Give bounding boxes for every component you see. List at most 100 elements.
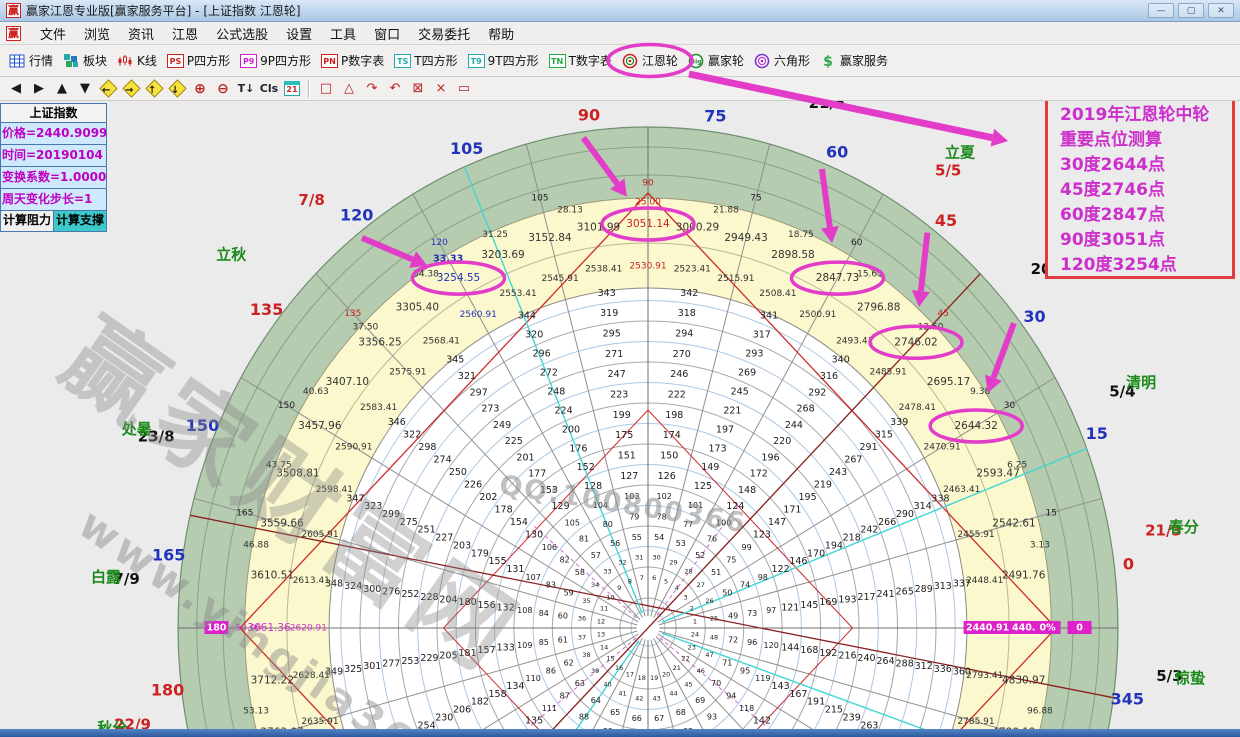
tool-rotate-ccw[interactable]: ↶: [385, 80, 405, 98]
wheel-label: 319: [600, 308, 618, 319]
tool-pan-right[interactable]: →: [121, 80, 141, 98]
wheel-label: 88: [579, 712, 589, 721]
tool-draw-triangle[interactable]: △: [339, 80, 359, 98]
wheel-label: 70: [711, 679, 721, 688]
wheel-label: 3: [684, 593, 688, 601]
menu-item-1[interactable]: 浏览: [75, 22, 119, 45]
wheel-label: 247: [608, 369, 626, 380]
menu-item-4[interactable]: 公式选股: [207, 22, 277, 45]
menu-item-7[interactable]: 窗口: [365, 22, 409, 45]
tool-nav-left[interactable]: ◀: [6, 80, 26, 98]
menu-item-5[interactable]: 设置: [277, 22, 321, 45]
wheel-label: 3305.40: [396, 302, 439, 314]
wheel-label: 291: [860, 442, 878, 453]
toolbar-item-9t-square[interactable]: T99T四方形: [463, 49, 544, 72]
wheel-label: 125: [694, 481, 712, 492]
wheel-label: 2448.41: [966, 576, 1003, 586]
close-button[interactable]: ✕: [1208, 3, 1234, 18]
tool-price-mark[interactable]: T↓: [236, 80, 256, 98]
wheel-label: 296: [533, 349, 551, 360]
wheel-label: 177: [528, 469, 546, 480]
menu-item-8[interactable]: 交易委托: [409, 22, 479, 45]
tool-zoom-out[interactable]: ⊖: [213, 80, 233, 98]
wheel-label: 57: [591, 551, 601, 560]
wheel-label: 268: [797, 404, 815, 415]
menu-item-0[interactable]: 文件: [31, 22, 75, 45]
toolbar-item-kline[interactable]: K线: [112, 49, 162, 72]
maximize-button[interactable]: ▢: [1178, 3, 1204, 18]
tool-zoom-in[interactable]: ⊕: [190, 80, 210, 98]
toolbar-item-t-square[interactable]: TST四方形: [389, 49, 462, 72]
wheel-label: 66: [632, 714, 642, 723]
wheel-label: 217: [857, 592, 875, 603]
tool-pan-down[interactable]: ↓: [167, 80, 187, 98]
solar-term-label: 白露: [91, 568, 122, 586]
wheel-label: 223: [610, 390, 628, 401]
tool-screen-view[interactable]: ▭: [454, 80, 474, 98]
tool-nav-up[interactable]: ▲: [52, 80, 72, 98]
wheel-label: 21.88: [713, 206, 739, 216]
wheel-label: 2583.41: [360, 403, 397, 413]
wheel-label: 3101.99: [577, 222, 620, 234]
tool-delete-box[interactable]: ⊠: [408, 80, 428, 98]
wheel-label: 2847.73: [816, 272, 859, 284]
wheel-label: 224: [555, 405, 573, 416]
tool-rotate-cw[interactable]: ↷: [362, 80, 382, 98]
wheel-label: 55: [632, 533, 642, 542]
tool-fit-screen[interactable]: ×: [431, 80, 451, 98]
wheel-label: 60: [558, 612, 568, 621]
menu-item-6[interactable]: 工具: [321, 22, 365, 45]
wheel-label: 266: [878, 517, 896, 528]
wheel-label: 239: [843, 712, 861, 723]
wheel-label: 110: [526, 674, 541, 683]
wheel-label: 340: [832, 355, 850, 366]
wheel-label: 3559.66: [260, 517, 304, 529]
info-row-0: 价格=2440.9099: [0, 123, 107, 145]
wheel-label: 248: [547, 386, 565, 397]
wheel-label: 264: [877, 656, 895, 667]
toolbar-item-winner-service[interactable]: $赢家服务: [815, 49, 893, 72]
wheel-label: 150: [278, 401, 295, 411]
tool-draw-square[interactable]: □: [316, 80, 336, 98]
tool-cls[interactable]: Cls: [259, 80, 279, 98]
toolbar-item-winner-wheel[interactable]: Big赢家轮: [683, 49, 749, 72]
wheel-label: 2538.41: [585, 265, 622, 275]
toolbar-item-sectors[interactable]: 板块: [58, 49, 112, 72]
wheel-label: 78: [657, 513, 667, 522]
tool-pan-left[interactable]: ←: [98, 80, 118, 98]
minimize-button[interactable]: —: [1148, 3, 1174, 18]
tool-pan-up[interactable]: ↑: [144, 80, 164, 98]
wheel-label: 155: [489, 556, 507, 567]
wheel-label: 199: [613, 410, 631, 421]
toolbar-item-p-square[interactable]: PSP四方形: [162, 49, 235, 72]
menu-item-9[interactable]: 帮助: [479, 22, 523, 45]
wheel-label: 3254.55: [437, 272, 480, 284]
date-label: 5/5: [935, 161, 961, 179]
wheel-label: 222: [668, 390, 686, 401]
calc-support-button[interactable]: 计算支撑: [54, 211, 107, 232]
toolbar-item-9p-square[interactable]: P99P四方形: [235, 49, 316, 72]
wheel-label: 13: [597, 631, 605, 639]
wheel-label: 157: [478, 645, 496, 656]
toolbar-label-hexagon: 六角形: [774, 52, 810, 69]
wheel-label: 197: [716, 424, 734, 435]
wheel-label: 118: [739, 704, 754, 713]
toolbar-item-p-number-table[interactable]: PNP数字表: [316, 49, 389, 72]
menu-item-3[interactable]: 江恩: [163, 22, 207, 45]
wheel-label: 132: [497, 603, 515, 614]
wheel-label: 298: [418, 442, 436, 453]
tool-nav-down[interactable]: ▼: [75, 80, 95, 98]
wheel-label: 29: [669, 558, 677, 566]
wheel-label: 2598.41: [316, 485, 353, 495]
calc-resistance-button[interactable]: 计算阻力: [0, 211, 54, 232]
wheel-label: 336: [934, 664, 952, 675]
menu-item-2[interactable]: 资讯: [119, 22, 163, 45]
wheel-label: 230: [435, 712, 453, 723]
toolbar-item-quotes[interactable]: 行情: [4, 49, 58, 72]
toolbar-item-t-number-table[interactable]: TNT数字表: [544, 49, 617, 72]
toolbar-item-gann-wheel[interactable]: 江恩轮: [617, 49, 683, 72]
tool-nav-right[interactable]: ▶: [29, 80, 49, 98]
wheel-label: 131: [506, 564, 524, 575]
toolbar-item-hexagon[interactable]: 六角形: [749, 49, 815, 72]
tool-calendar[interactable]: 21: [282, 80, 302, 98]
